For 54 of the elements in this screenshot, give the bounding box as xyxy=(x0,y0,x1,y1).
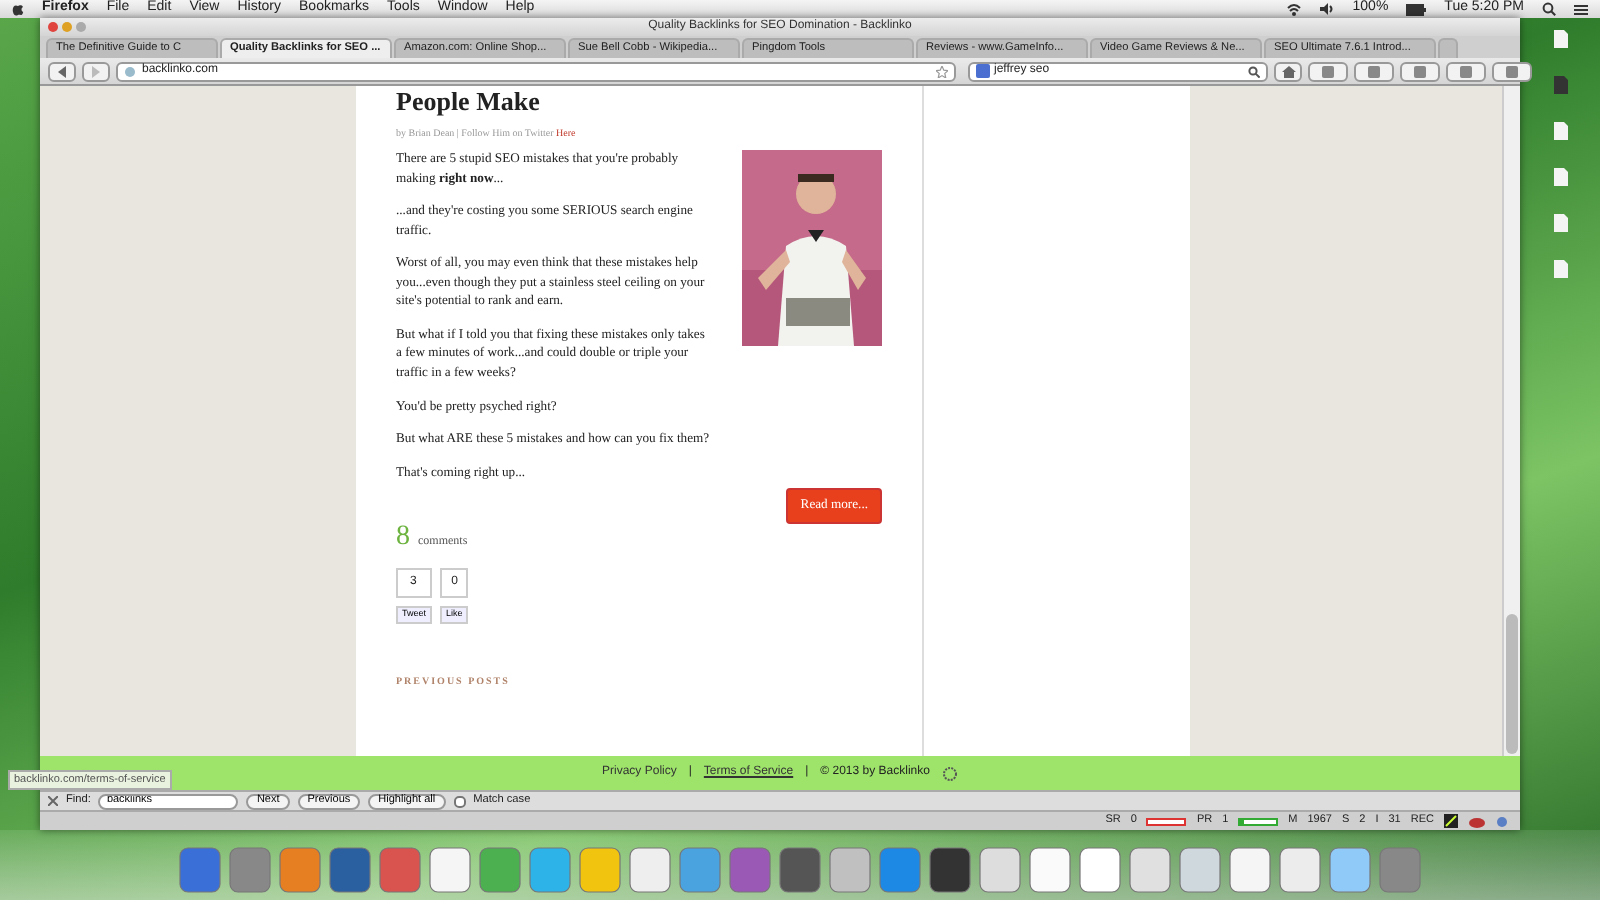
close-icon[interactable] xyxy=(48,796,58,806)
app-icon[interactable] xyxy=(428,846,472,894)
back-button[interactable] xyxy=(48,61,76,81)
file-icon[interactable] xyxy=(1553,214,1567,232)
engine-icon xyxy=(976,64,990,78)
document-icon[interactable] xyxy=(1128,846,1172,894)
forward-icon xyxy=(90,65,102,78)
forward-button[interactable] xyxy=(82,61,110,81)
toolbar-icon xyxy=(1368,65,1380,78)
minimize-icon[interactable] xyxy=(62,22,72,32)
toolbar-icon xyxy=(1322,65,1334,78)
toolbar-icon xyxy=(1460,65,1472,78)
file-icon[interactable] xyxy=(1553,76,1567,94)
document-icon[interactable] xyxy=(1178,846,1222,894)
addon-button[interactable] xyxy=(1400,61,1440,81)
app-icon[interactable] xyxy=(178,846,222,894)
sidebar-button[interactable] xyxy=(1308,61,1348,81)
document-icon[interactable] xyxy=(1028,846,1072,894)
toolbar-icon xyxy=(1414,65,1426,78)
document-icon[interactable] xyxy=(1078,846,1122,894)
app-icon[interactable] xyxy=(628,846,672,894)
file-icon[interactable] xyxy=(1553,30,1567,48)
document-icon[interactable] xyxy=(1328,846,1372,894)
star-icon[interactable] xyxy=(936,65,948,77)
document-icon[interactable] xyxy=(1228,846,1272,894)
file-icon[interactable] xyxy=(1553,122,1567,140)
app-icon[interactable] xyxy=(778,846,822,894)
app-icon[interactable] xyxy=(378,846,422,894)
app-icon[interactable] xyxy=(328,846,372,894)
zoom-icon[interactable] xyxy=(76,22,86,32)
home-button[interactable] xyxy=(1274,61,1302,81)
scrollbar[interactable] xyxy=(1502,86,1520,756)
addon-button[interactable] xyxy=(1446,61,1486,81)
apple-icon[interactable] xyxy=(12,2,24,16)
volume-icon[interactable] xyxy=(1320,2,1335,16)
addon-button[interactable] xyxy=(1492,61,1532,81)
close-icon[interactable] xyxy=(48,22,58,32)
back-icon xyxy=(56,65,68,78)
post-title: People Make xyxy=(396,86,540,118)
list-icon[interactable] xyxy=(1574,3,1588,15)
addon-icon[interactable] xyxy=(1444,814,1458,828)
wifi-icon[interactable] xyxy=(1286,2,1303,16)
tools-button[interactable] xyxy=(1354,61,1394,81)
search-icon[interactable] xyxy=(1542,2,1556,16)
battery-icon[interactable] xyxy=(1406,3,1427,15)
globe-icon xyxy=(124,65,136,77)
file-icon[interactable] xyxy=(1553,168,1567,186)
toolbar-icon xyxy=(1506,65,1518,78)
home-icon xyxy=(1281,65,1295,78)
app-icon[interactable] xyxy=(928,846,972,894)
match-case-checkbox[interactable] xyxy=(453,795,466,807)
file-icon[interactable] xyxy=(1553,260,1567,278)
search-icon xyxy=(1248,65,1260,77)
document-icon[interactable] xyxy=(1278,846,1322,894)
